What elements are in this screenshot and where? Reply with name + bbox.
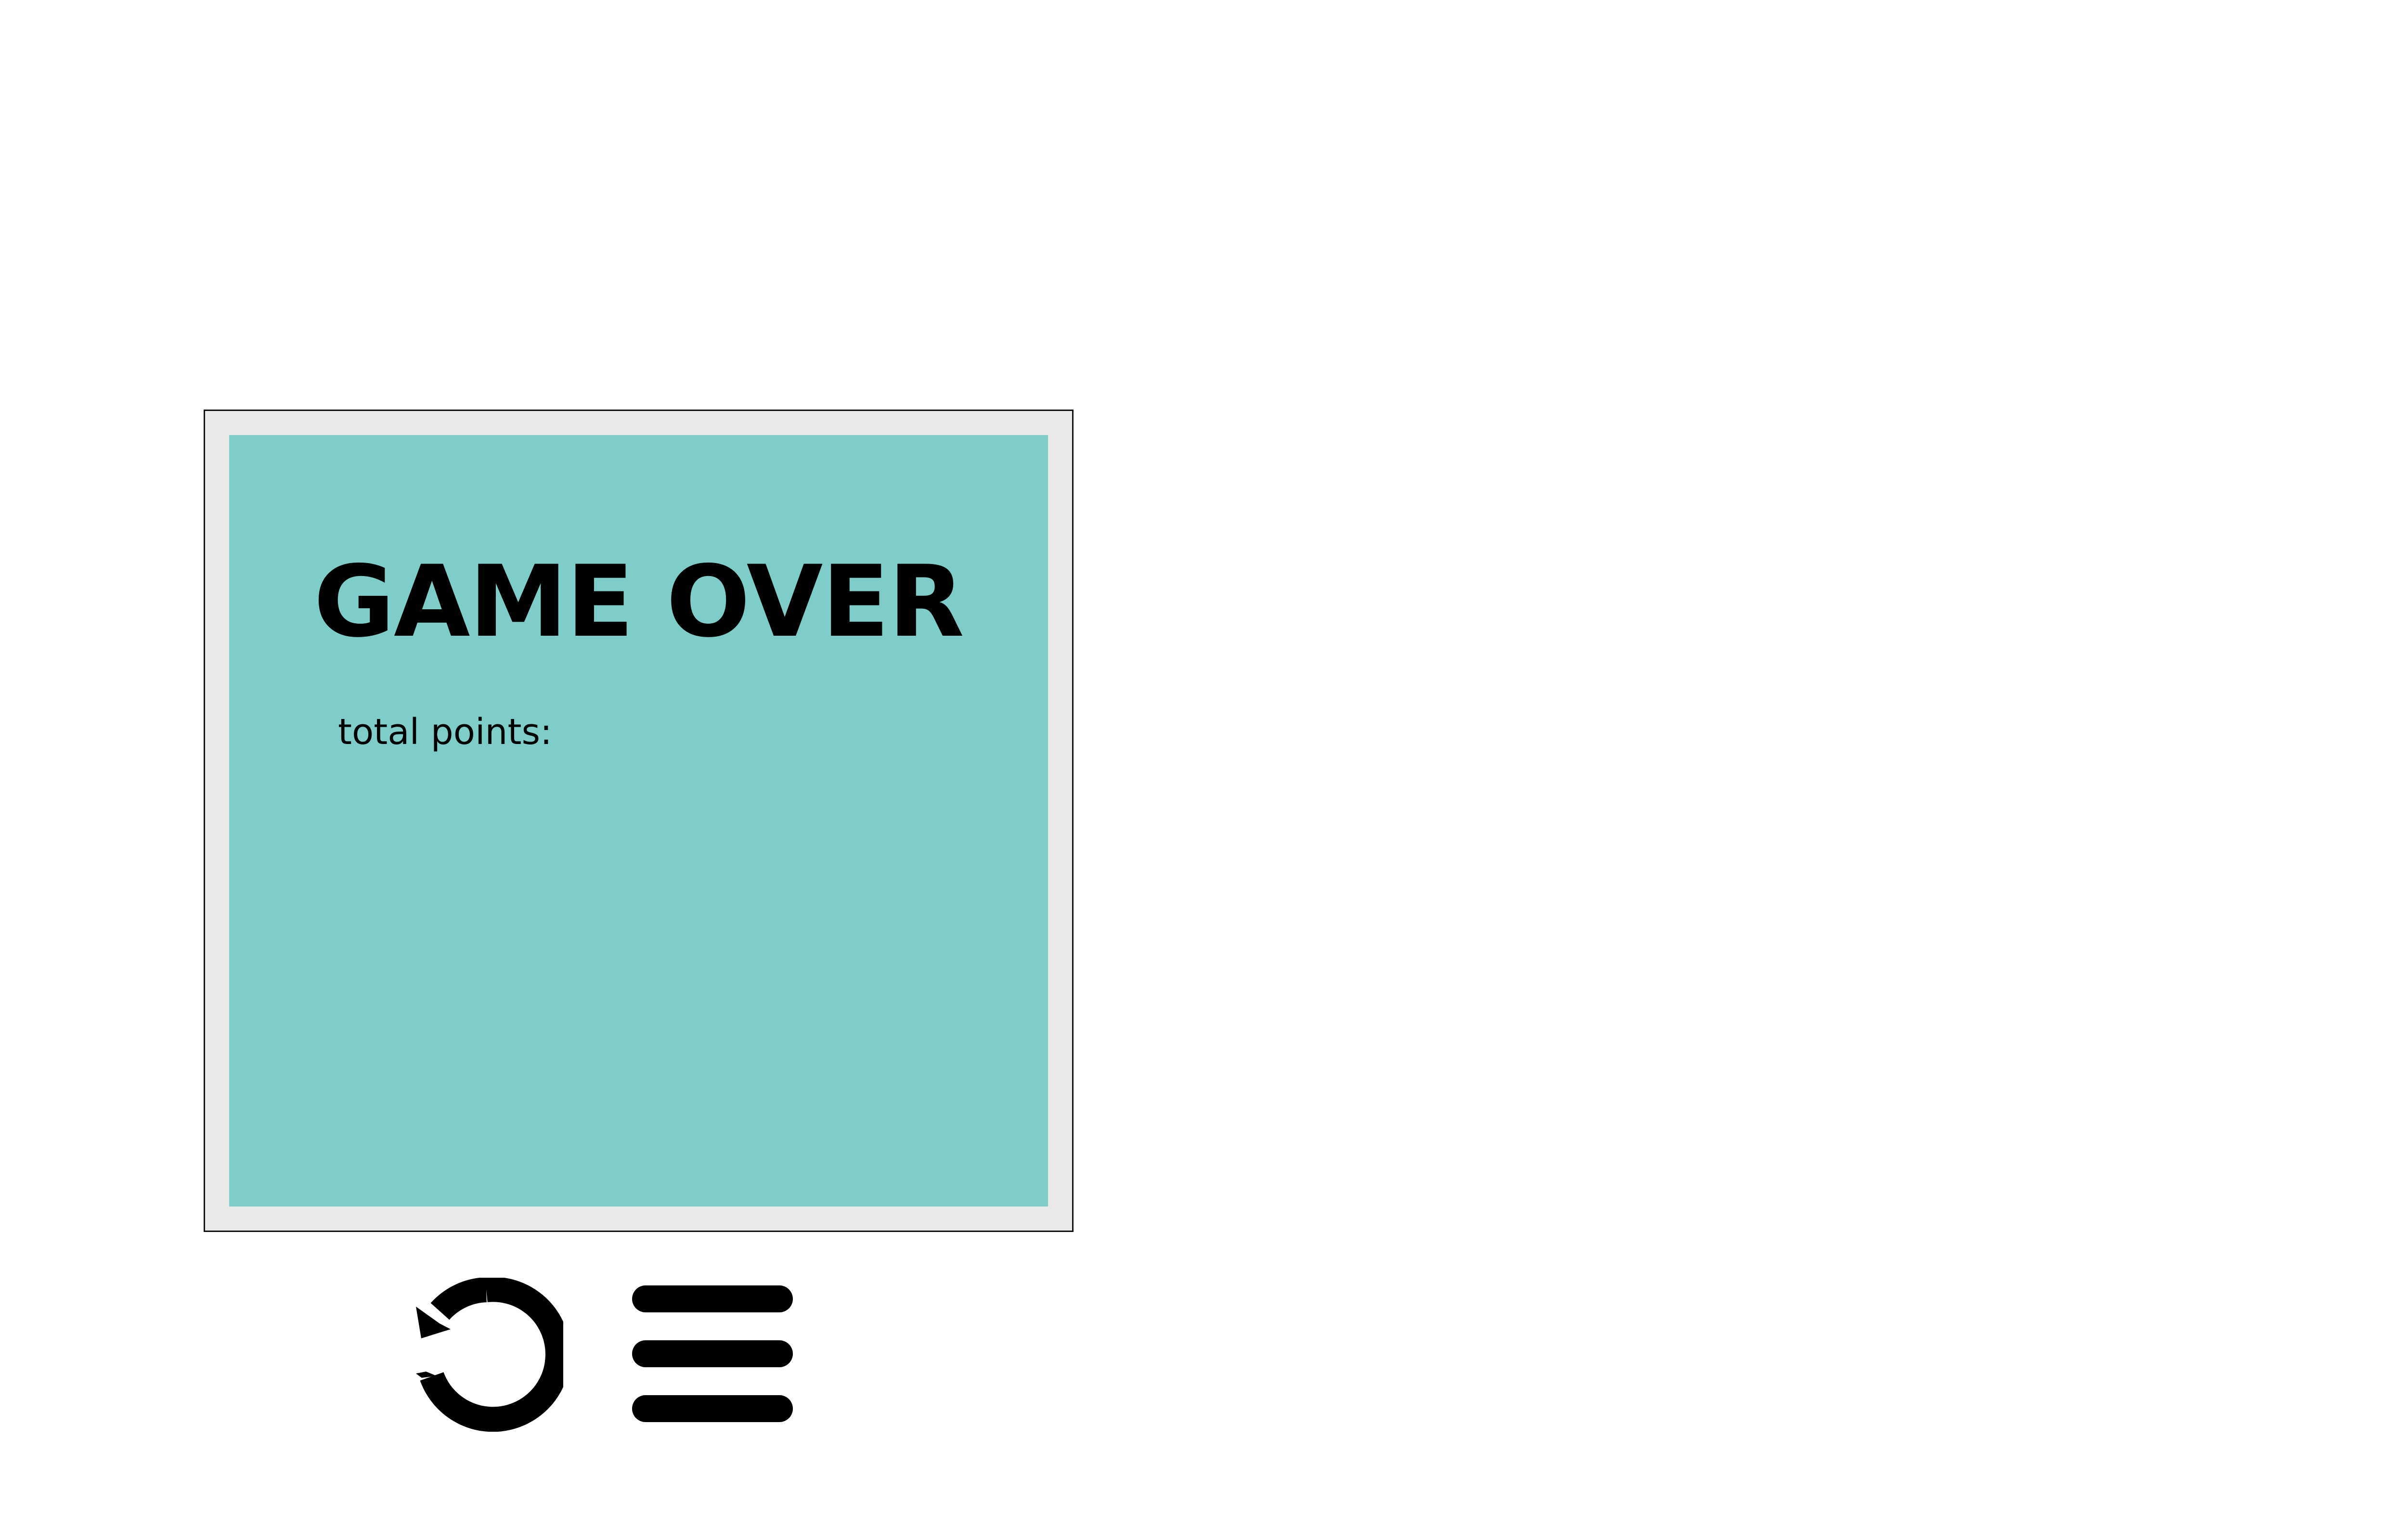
total-points-label: total points:: [338, 711, 552, 753]
restart-icon: [416, 1278, 563, 1432]
restart-button[interactable]: [409, 1278, 563, 1432]
game-over-frame: GAME OVER total points:: [204, 410, 1074, 1232]
game-over-title: GAME OVER: [313, 545, 965, 659]
menu-icon: [632, 1285, 793, 1422]
game-over-panel: GAME OVER total points:: [229, 435, 1048, 1206]
menu-button[interactable]: [631, 1283, 794, 1427]
total-points-row: total points:: [338, 714, 562, 750]
